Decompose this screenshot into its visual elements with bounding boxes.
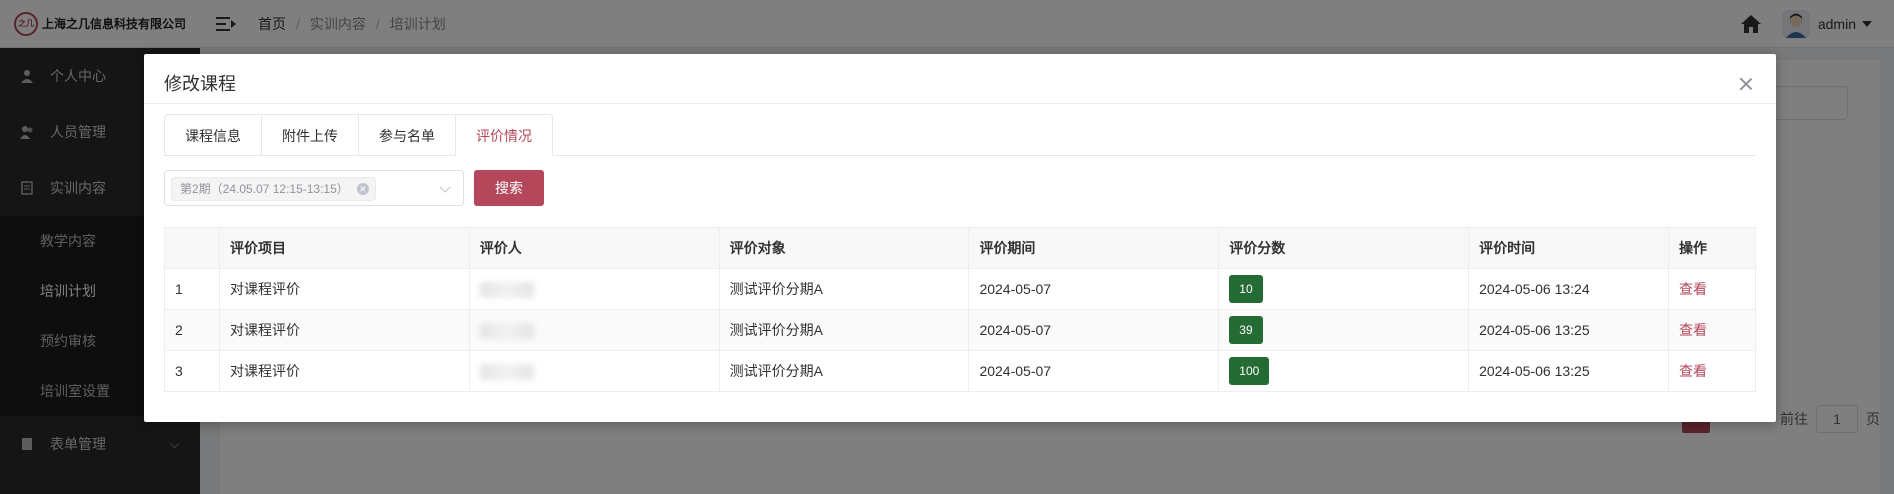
column-header-index [164, 227, 220, 269]
score-badge: 100 [1229, 357, 1270, 385]
tab-course-info[interactable]: 课程信息 [164, 114, 262, 156]
tab-participants[interactable]: 参与名单 [359, 114, 456, 156]
selected-period-tag: 第2期（24.05.07 12:15-13:15） ✕ [171, 177, 376, 201]
row-time: 2024-05-06 13:24 [1468, 268, 1669, 310]
evaluation-table: 评价项目 评价人 评价对象 评价期间 评价分数 评价时间 操作 1 对课程评价 … [164, 227, 1757, 392]
view-link[interactable]: 查看 [1679, 281, 1707, 297]
row-action: 查看 [1667, 350, 1757, 392]
row-time: 2024-05-06 13:25 [1468, 350, 1669, 392]
chevron-down-icon[interactable] [439, 181, 451, 193]
column-header-target: 评价对象 [718, 227, 970, 269]
row-target: 测试评价分期A [718, 309, 970, 351]
column-header-time: 评价时间 [1468, 227, 1669, 269]
table-row: 1 对课程评价 测试评价分期A 2024-05-07 10 2024-05-06… [164, 268, 1757, 310]
row-score: 39 [1218, 309, 1470, 351]
score-badge: 10 [1229, 275, 1263, 303]
redacted-evaluator [479, 281, 534, 298]
column-header-period: 评价期间 [968, 227, 1220, 269]
view-link[interactable]: 查看 [1679, 363, 1707, 379]
row-index: 1 [164, 268, 220, 310]
row-item: 对课程评价 [218, 350, 470, 392]
column-header-action: 操作 [1667, 227, 1757, 269]
redacted-evaluator [479, 322, 534, 339]
row-period: 2024-05-07 [968, 309, 1220, 351]
row-item: 对课程评价 [218, 268, 470, 310]
table-header-row: 评价项目 评价人 评价对象 评价期间 评价分数 评价时间 操作 [164, 227, 1757, 269]
row-action: 查看 [1667, 268, 1757, 310]
score-badge: 39 [1229, 316, 1263, 344]
row-evaluator [468, 268, 720, 310]
column-header-item: 评价项目 [218, 227, 470, 269]
table-row: 3 对课程评价 测试评价分期A 2024-05-07 100 2024-05-0… [164, 350, 1757, 392]
column-header-score: 评价分数 [1218, 227, 1470, 269]
row-item: 对课程评价 [218, 309, 470, 351]
tab-attachment-upload[interactable]: 附件上传 [262, 114, 359, 156]
row-target: 测试评价分期A [718, 268, 970, 310]
table-row: 2 对课程评价 测试评价分期A 2024-05-07 39 2024-05-06… [164, 309, 1757, 351]
dialog-divider [144, 103, 1776, 104]
edit-course-dialog: 修改课程 课程信息 附件上传 参与名单 评价情况 第2期（24.05.07 12… [144, 54, 1776, 422]
tab-evaluation[interactable]: 评价情况 [456, 114, 553, 156]
tag-close-icon[interactable]: ✕ [356, 183, 369, 195]
row-action: 查看 [1667, 309, 1757, 351]
row-evaluator [468, 350, 720, 392]
row-period: 2024-05-07 [968, 268, 1220, 310]
row-target: 测试评价分期A [718, 350, 970, 392]
row-score: 100 [1218, 350, 1470, 392]
period-select[interactable]: 第2期（24.05.07 12:15-13:15） ✕ [164, 170, 464, 206]
search-button[interactable]: 搜索 [474, 170, 544, 206]
row-period: 2024-05-07 [968, 350, 1220, 392]
redacted-evaluator [479, 363, 534, 380]
row-index: 2 [164, 309, 220, 351]
close-icon[interactable] [1738, 76, 1754, 92]
view-link[interactable]: 查看 [1679, 322, 1707, 338]
row-evaluator [468, 309, 720, 351]
row-time: 2024-05-06 13:25 [1468, 309, 1669, 351]
dialog-tabs: 课程信息 附件上传 参与名单 评价情况 [164, 114, 1756, 156]
selected-period-label: 第2期（24.05.07 12:15-13:15） [180, 182, 349, 196]
row-score: 10 [1218, 268, 1470, 310]
dialog-title: 修改课程 [164, 74, 236, 94]
row-index: 3 [164, 350, 220, 392]
column-header-evaluator: 评价人 [468, 227, 720, 269]
